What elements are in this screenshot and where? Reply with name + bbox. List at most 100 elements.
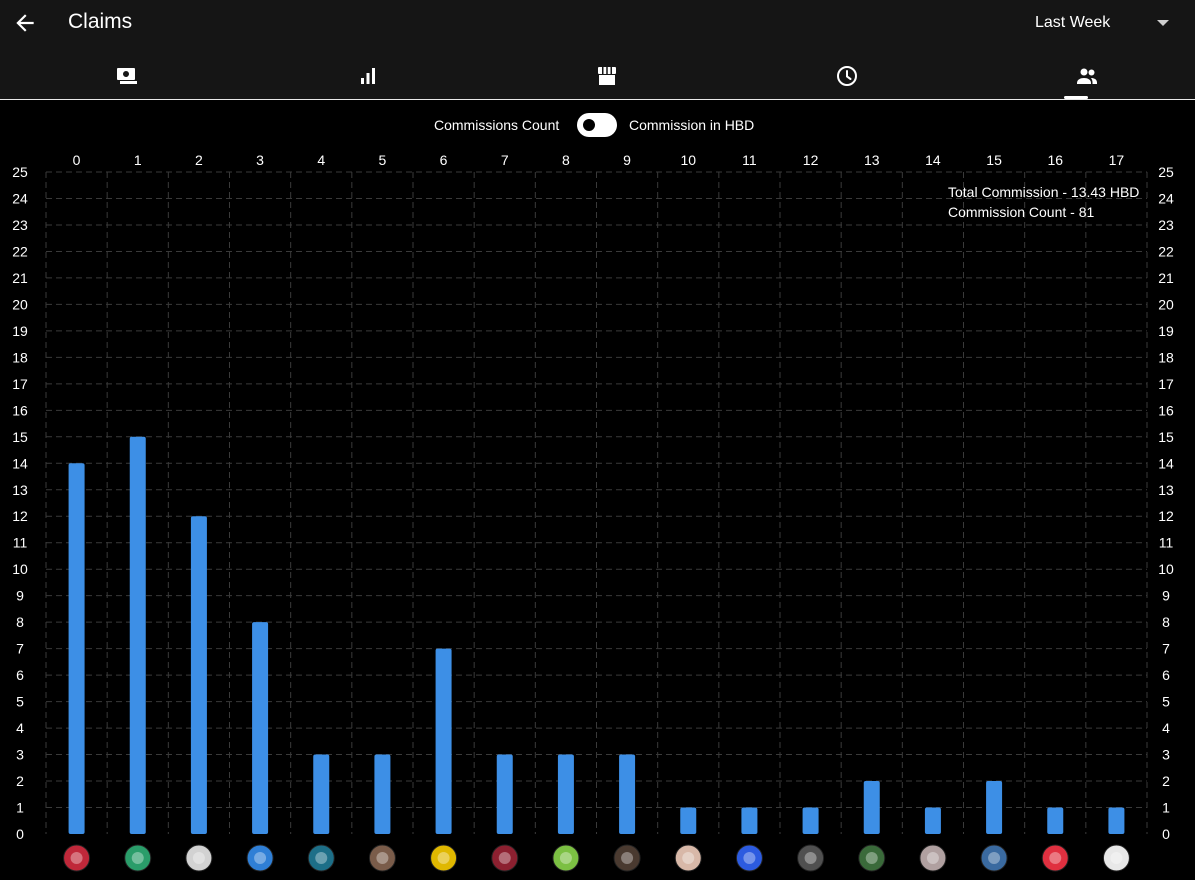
x-tick-label: 2 bbox=[195, 152, 203, 168]
avatar-inner-mark bbox=[926, 852, 939, 864]
y-tick-label-left: 11 bbox=[13, 535, 28, 551]
y-tick-label-right: 16 bbox=[1158, 402, 1174, 418]
avatar-inner-mark bbox=[682, 852, 695, 864]
y-tick-label-right: 9 bbox=[1162, 588, 1170, 604]
y-tick-label-left: 2 bbox=[16, 773, 24, 789]
tab-stats[interactable] bbox=[249, 52, 488, 100]
back-arrow-icon[interactable] bbox=[12, 10, 38, 36]
avatar-inner-mark bbox=[865, 852, 878, 864]
bar-5 bbox=[374, 754, 391, 834]
y-tick-label-right: 21 bbox=[1158, 270, 1174, 286]
bar-17 bbox=[1108, 807, 1125, 834]
y-tick-label-right: 11 bbox=[1159, 535, 1174, 551]
x-tick-label: 0 bbox=[73, 152, 81, 168]
x-tick-label: 4 bbox=[317, 152, 325, 168]
y-tick-label-right: 18 bbox=[1158, 349, 1174, 365]
y-tick-label-left: 6 bbox=[16, 667, 24, 683]
avatar-inner-mark bbox=[315, 852, 328, 864]
y-tick-label-left: 9 bbox=[16, 588, 24, 604]
x-tick-label: 5 bbox=[379, 152, 387, 168]
y-tick-label-right: 13 bbox=[1158, 482, 1174, 498]
x-tick-label: 9 bbox=[623, 152, 631, 168]
x-tick-label: 1 bbox=[134, 152, 142, 168]
x-tick-label: 13 bbox=[864, 152, 880, 168]
bar-3 bbox=[252, 622, 269, 834]
y-tick-label-right: 25 bbox=[1158, 164, 1174, 180]
commission-bar-chart: 0 01 12 23 34 45 56 67 78 89 910 1011 1112 1213 1314 14… bbox=[12, 152, 1174, 872]
selected-tab-indicator bbox=[1064, 96, 1088, 99]
y-tick-label-left: 7 bbox=[16, 641, 24, 657]
avatar-inner-mark bbox=[131, 852, 144, 864]
bar-8 bbox=[557, 754, 574, 834]
avatar-inner-mark bbox=[498, 852, 511, 864]
x-tick-label: 6 bbox=[440, 152, 448, 168]
y-tick-label-left: 20 bbox=[12, 296, 28, 312]
y-tick-label-left: 1 bbox=[16, 800, 24, 816]
y-tick-label-right: 24 bbox=[1158, 190, 1174, 206]
y-tick-label-left: 24 bbox=[12, 190, 28, 206]
y-tick-label-right: 6 bbox=[1162, 667, 1170, 683]
y-tick-label-left: 18 bbox=[12, 349, 28, 365]
y-tick-label-left: 16 bbox=[12, 402, 28, 418]
y-tick-label-left: 12 bbox=[12, 508, 28, 524]
x-tick-label: 14 bbox=[925, 152, 941, 168]
avatar-inner-mark bbox=[988, 852, 1001, 864]
y-tick-label-left: 19 bbox=[12, 323, 28, 339]
bar-0 bbox=[68, 463, 85, 834]
chevron-down-icon bbox=[1157, 20, 1169, 26]
y-tick-label-right: 17 bbox=[1158, 376, 1174, 392]
y-tick-label-left: 3 bbox=[16, 747, 24, 763]
y-tick-label-left: 0 bbox=[16, 826, 24, 842]
bar-13 bbox=[863, 781, 880, 834]
avatar-inner-mark bbox=[804, 852, 817, 864]
app-bar: Claims Last Week bbox=[0, 0, 1195, 100]
x-tick-label: 17 bbox=[1109, 152, 1125, 168]
bar-15 bbox=[986, 781, 1003, 834]
tab-bar bbox=[0, 52, 1195, 100]
y-tick-label-left: 4 bbox=[16, 720, 24, 736]
tab-people[interactable] bbox=[968, 52, 1195, 100]
bar-14 bbox=[924, 807, 941, 834]
x-tick-label: 3 bbox=[256, 152, 264, 168]
commission-mode-switch[interactable] bbox=[577, 113, 617, 137]
y-tick-label-right: 19 bbox=[1158, 323, 1174, 339]
y-tick-label-right: 20 bbox=[1158, 296, 1174, 312]
tab-payments[interactable] bbox=[8, 52, 247, 100]
y-tick-label-left: 8 bbox=[16, 614, 24, 630]
bar-9 bbox=[619, 754, 636, 834]
y-tick-label-right: 7 bbox=[1162, 641, 1170, 657]
y-tick-label-left: 14 bbox=[12, 455, 28, 471]
avatar-inner-mark bbox=[621, 852, 634, 864]
avatar-inner-mark bbox=[192, 852, 205, 864]
x-tick-label: 15 bbox=[986, 152, 1002, 168]
y-tick-label-right: 23 bbox=[1158, 217, 1174, 233]
y-tick-label-right: 14 bbox=[1158, 455, 1174, 471]
x-tick-label: 8 bbox=[562, 152, 570, 168]
avatar-inner-mark bbox=[1049, 852, 1062, 864]
tab-store[interactable] bbox=[488, 52, 727, 100]
y-tick-label-right: 4 bbox=[1162, 720, 1170, 736]
y-tick-label-right: 22 bbox=[1158, 243, 1174, 259]
y-tick-label-right: 5 bbox=[1162, 694, 1170, 710]
commission-count-text: Commission Count - 81 bbox=[948, 204, 1095, 220]
avatar-inner-mark bbox=[559, 852, 572, 864]
bar-16 bbox=[1047, 807, 1064, 834]
x-tick-label: 12 bbox=[803, 152, 819, 168]
y-tick-label-right: 8 bbox=[1162, 614, 1170, 630]
commission-toggle-row: Commissions Count Commission in HBD bbox=[0, 113, 1195, 137]
y-tick-label-left: 15 bbox=[12, 429, 28, 445]
avatar-inner-mark bbox=[254, 852, 267, 864]
tab-history[interactable] bbox=[728, 52, 967, 100]
x-tick-label: 7 bbox=[501, 152, 509, 168]
store-icon bbox=[598, 67, 616, 85]
payments-icon bbox=[117, 68, 137, 84]
y-tick-label-left: 21 bbox=[12, 270, 28, 286]
x-tick-label: 16 bbox=[1047, 152, 1063, 168]
page-title: Claims bbox=[68, 10, 133, 33]
y-tick-label-left: 13 bbox=[12, 482, 28, 498]
y-tick-label-left: 10 bbox=[12, 561, 28, 577]
bar-1 bbox=[129, 436, 146, 834]
period-dropdown[interactable]: Last Week bbox=[1035, 14, 1169, 32]
total-commission-text: Total Commission - 13.43 HBD bbox=[948, 184, 1140, 200]
bar-2 bbox=[190, 516, 207, 834]
